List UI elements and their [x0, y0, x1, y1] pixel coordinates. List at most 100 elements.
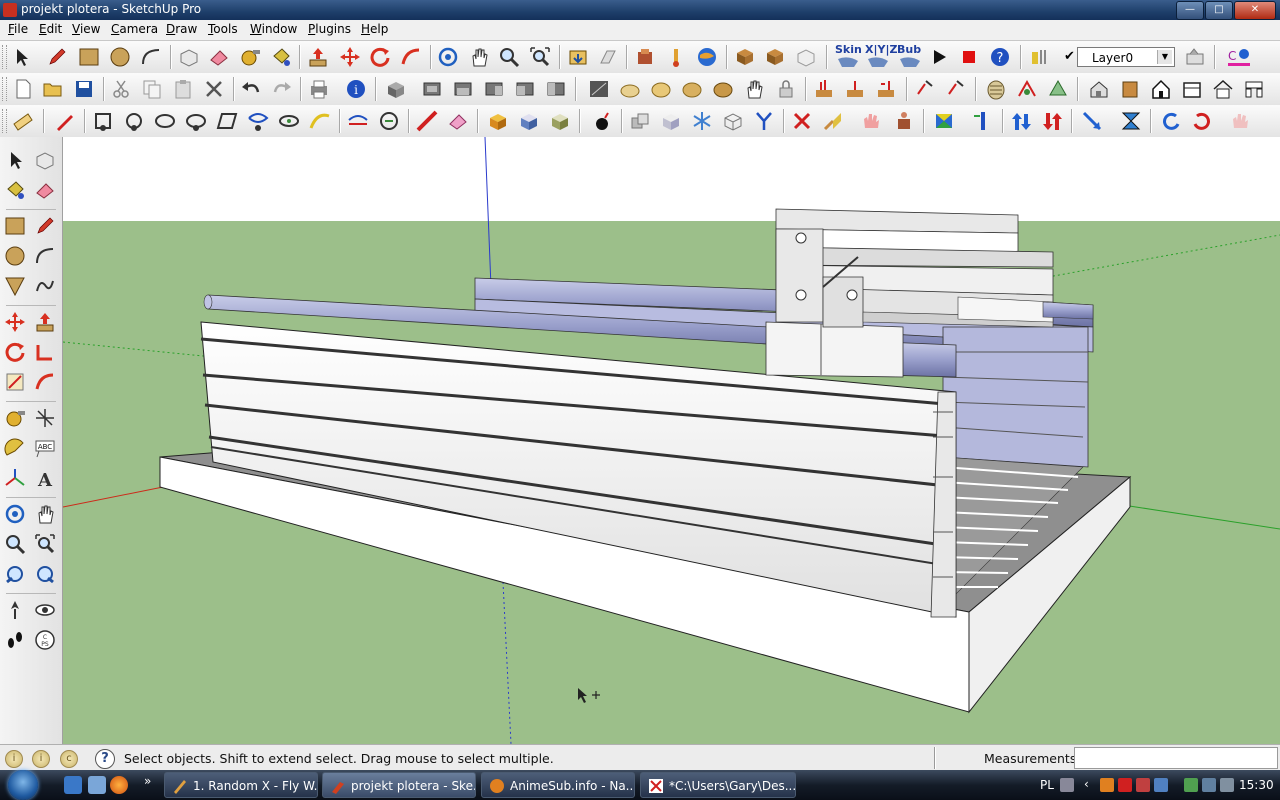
credits-icon[interactable]: i — [32, 750, 50, 768]
left-offset-icon[interactable] — [34, 371, 56, 393]
keyboard-tray-icon[interactable] — [1060, 778, 1074, 792]
shaded-style-icon[interactable] — [681, 78, 703, 100]
smoove-icon[interactable] — [875, 78, 897, 100]
task-random-x[interactable]: 1. Random X - Fly W... — [164, 772, 318, 798]
left-zoom-window-icon[interactable] — [34, 533, 56, 555]
torus-icon[interactable] — [278, 110, 300, 132]
intersect-icon[interactable] — [1016, 78, 1038, 100]
snowflake-icon[interactable] — [691, 110, 713, 132]
left-tape-measure-icon[interactable] — [4, 407, 26, 429]
left-axes-icon[interactable] — [34, 407, 56, 429]
ellipse-tool-2-icon[interactable] — [185, 110, 207, 132]
instructor-help-icon[interactable]: ? — [95, 749, 115, 769]
firefox-icon[interactable] — [110, 776, 128, 794]
styles-plugin-icon[interactable]: C — [1224, 46, 1254, 68]
left-circle-icon[interactable] — [4, 245, 26, 267]
tray-app-4-icon[interactable] — [1154, 778, 1168, 792]
hand-pink-icon[interactable] — [860, 110, 882, 132]
xray-style-icon[interactable] — [588, 78, 610, 100]
walk-hand-icon[interactable] — [743, 78, 765, 100]
menu-view[interactable]: View — [72, 22, 100, 36]
menu-help[interactable]: Help — [361, 22, 388, 36]
box-green-icon[interactable] — [549, 110, 571, 132]
sketchup-app-icon[interactable] — [3, 3, 17, 17]
left-previous-icon[interactable] — [34, 563, 56, 585]
save-icon[interactable] — [73, 78, 95, 100]
rotate-blue-icon[interactable] — [1160, 110, 1182, 132]
next-view-icon[interactable] — [597, 46, 619, 68]
model-info-icon[interactable]: i — [345, 78, 367, 100]
broom-icon[interactable] — [822, 110, 844, 132]
pencil-icon[interactable] — [46, 46, 68, 68]
menu-draw[interactable]: Draw — [166, 22, 197, 36]
plugin-help-icon[interactable]: ? — [989, 46, 1011, 68]
back-view-icon[interactable] — [514, 78, 536, 100]
stop-icon[interactable] — [958, 46, 980, 68]
select-arrow-icon[interactable] — [10, 46, 32, 68]
menu-plugins[interactable]: Plugins — [308, 22, 351, 36]
left-position-camera-icon[interactable] — [4, 599, 26, 621]
left-pencil-icon[interactable] — [34, 215, 56, 237]
new-file-icon[interactable] — [12, 78, 34, 100]
menu-window[interactable]: Window — [250, 22, 297, 36]
lock-icon[interactable] — [775, 78, 797, 100]
left-axes-tool-icon[interactable] — [4, 467, 26, 489]
hidden-line-style-icon[interactable] — [650, 78, 672, 100]
pink-eraser-icon[interactable] — [447, 110, 469, 132]
xyz-plugin-button[interactable]: X|Y|Z — [864, 43, 897, 68]
redo-icon[interactable] — [271, 78, 293, 100]
layer-select[interactable]: Layer0 ▼ — [1077, 47, 1175, 67]
make-component-icon[interactable] — [178, 46, 200, 68]
copy-icon[interactable] — [141, 78, 163, 100]
3d-warehouse-icon[interactable] — [634, 46, 656, 68]
language-indicator[interactable]: PL — [1040, 778, 1054, 792]
left-move-icon[interactable] — [4, 311, 26, 333]
left-eraser-icon[interactable] — [34, 179, 56, 201]
follow-me-icon[interactable] — [400, 46, 422, 68]
eraser-icon[interactable] — [208, 46, 230, 68]
delete-x-icon[interactable] — [203, 78, 225, 100]
house-front-icon[interactable] — [1150, 78, 1172, 100]
left-zoom-extents-icon[interactable] — [4, 563, 26, 585]
left-follow-me-icon[interactable] — [34, 341, 56, 363]
left-freehand-icon[interactable] — [34, 275, 56, 297]
arrows-down-icon[interactable] — [1041, 110, 1063, 132]
left-view-icon[interactable] — [545, 78, 567, 100]
components-grey-icon[interactable] — [629, 110, 651, 132]
extrude-edges-icon[interactable] — [92, 110, 114, 132]
iso-view-icon[interactable] — [385, 78, 407, 100]
left-orbit-icon[interactable] — [4, 503, 26, 525]
orbit-icon[interactable] — [437, 46, 459, 68]
tape-line-icon[interactable] — [416, 110, 438, 132]
pan-hand-icon[interactable] — [468, 46, 490, 68]
google-earth-icon[interactable] — [696, 46, 718, 68]
left-protractor-icon[interactable] — [4, 437, 26, 459]
zoom-icon[interactable] — [498, 46, 520, 68]
model-viewport[interactable] — [63, 137, 1280, 744]
sandbox-from-contours-icon[interactable] — [813, 78, 835, 100]
left-look-around-icon[interactable] — [34, 599, 56, 621]
ellipse-tool-icon[interactable] — [154, 110, 176, 132]
blue-bar-icon[interactable] — [972, 110, 994, 132]
undo-icon[interactable] — [240, 78, 262, 100]
left-polygon-icon[interactable] — [4, 275, 26, 297]
drape-icon[interactable] — [945, 78, 967, 100]
account-icon[interactable]: c — [60, 750, 78, 768]
show-desktop-icon[interactable] — [64, 776, 82, 794]
left-component-icon[interactable] — [34, 149, 56, 171]
tape-measure-icon[interactable] — [239, 46, 261, 68]
layer-visible-check[interactable]: ✔ — [1064, 45, 1076, 69]
rotate-red-icon[interactable] — [1191, 110, 1213, 132]
share-component-icon[interactable] — [764, 46, 786, 68]
minimize-button[interactable]: — — [1176, 1, 1204, 20]
menu-camera[interactable]: Camera — [111, 22, 158, 36]
offset-circle-icon[interactable] — [123, 110, 145, 132]
left-section-icon[interactable]: C PS — [34, 629, 56, 651]
google-toolbar-icon[interactable] — [795, 46, 817, 68]
top-view-icon[interactable] — [421, 78, 443, 100]
bezier-curve-icon[interactable] — [309, 110, 331, 132]
tray-app-3-icon[interactable] — [1136, 778, 1150, 792]
window-frame-icon[interactable] — [1181, 78, 1203, 100]
wire-cube-icon[interactable] — [722, 110, 744, 132]
zoom-extents-icon[interactable] — [529, 46, 551, 68]
